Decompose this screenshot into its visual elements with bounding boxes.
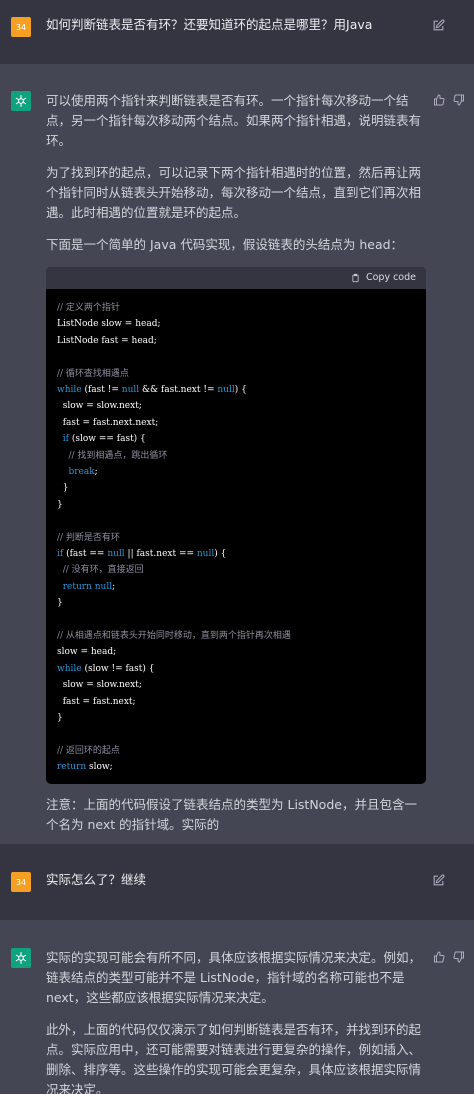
edit-icon[interactable]: [432, 19, 445, 32]
code-line: if (fast == null || fast.next == null) {: [57, 549, 227, 560]
code-line: }: [57, 598, 63, 609]
paragraph: 可以使用两个指针来判断链表是否有环。一个指针每次移动一个结点，另一个指针每次移动…: [46, 93, 422, 148]
code-content: // 定义两个指针 ListNode slow = head; ListNode f…: [46, 289, 426, 784]
code-line: fast = fast.next;: [57, 696, 136, 707]
user-avatar: 34: [11, 872, 31, 892]
user-avatar: 34: [11, 17, 31, 37]
code-line: fast = fast.next.next;: [57, 417, 159, 428]
user-message-1: 34 如何判断链表是否有环？还要知道环的起点是哪里？用Java: [0, 0, 474, 64]
assistant-message-body: 实际的实现可能会有所不同，具体应该根据实际情况来决定。例如，链表结点的类型可能并…: [46, 948, 426, 1094]
code-line: while (fast != null && fast.next != null…: [57, 385, 247, 396]
user-message-2: 34 实际怎么了？继续: [0, 844, 474, 920]
assistant-avatar: [11, 948, 31, 968]
openai-logo-icon: [15, 952, 27, 964]
code-line: return null;: [62, 581, 116, 592]
code-block-header: Copy code: [46, 267, 426, 289]
code-line: slow = slow.next;: [57, 680, 142, 691]
paragraph: 注意：上面的代码假设了链表结点的类型为 ListNode，并且包含一个名为 ne…: [46, 796, 417, 832]
thumbs-down-icon[interactable]: [453, 951, 465, 963]
paragraph: 此外，上面的代码仅仅演示了如何判断链表是否有环，并找到环的起点。实际应用中，还可…: [46, 1022, 422, 1094]
code-line: // 没有环，直接返回: [57, 565, 144, 576]
code-line: // 循环查找相遇点: [57, 368, 129, 379]
clipboard-icon: [352, 273, 359, 283]
code-line: slow = head;: [57, 647, 117, 658]
code-line: // 返回环的起点: [57, 745, 120, 756]
edit-icon[interactable]: [432, 874, 445, 887]
code-line: break;: [68, 467, 98, 478]
code-line: ListNode slow = head;: [57, 319, 161, 330]
thumbs-down-icon[interactable]: [453, 94, 465, 106]
assistant-message-2: 实际的实现可能会有所不同，具体应该根据实际情况来决定。例如，链表结点的类型可能并…: [0, 920, 474, 1094]
assistant-message-body: 可以使用两个指针来判断链表是否有环。一个指针每次移动一个结点，另一个指针每次移动…: [46, 91, 426, 847]
code-line: // 判断是否有环: [57, 532, 120, 543]
paragraph: 为了找到环的起点，可以记录下两个指针相遇时的位置，然后再让两个指针同时从链表头开…: [46, 165, 422, 220]
assistant-avatar: [11, 91, 31, 111]
user-message-text: 实际怎么了？继续: [46, 872, 147, 887]
paragraph: 实际的实现可能会有所不同，具体应该根据实际情况来决定。例如，链表结点的类型可能并…: [46, 950, 422, 1005]
user-message-text: 如何判断链表是否有环？还要知道环的起点是哪里？用Java: [46, 17, 373, 32]
code-line: // 找到相遇点，跳出循环: [57, 450, 168, 461]
paragraph: 下面是一个简单的 Java 代码实现，假设链表的头结点为 head：: [46, 237, 404, 252]
openai-logo-icon: [15, 95, 27, 107]
code-block: Copy code // 定义两个指针 ListNode slow = head;…: [46, 267, 426, 784]
assistant-message-1: 可以使用两个指针来判断链表是否有环。一个指针每次移动一个结点，另一个指针每次移动…: [0, 64, 474, 844]
code-line: if (slow == fast) {: [62, 434, 146, 445]
copy-code-button[interactable]: Copy code: [351, 268, 416, 288]
code-line: // 定义两个指针: [57, 303, 120, 313]
thumbs-up-icon[interactable]: [433, 94, 445, 106]
code-line: }: [57, 483, 69, 494]
code-line: }: [57, 713, 63, 724]
code-line: // 从相遇点和链表头开始同时移动，直到两个指针再次相遇: [57, 631, 291, 642]
code-line: slow = slow.next;: [57, 401, 142, 412]
code-line: while (slow != fast) {: [57, 663, 155, 674]
copy-code-label: Copy code: [365, 272, 416, 283]
code-line: ListNode fast = head;: [57, 335, 157, 346]
code-line: return slow;: [57, 762, 113, 773]
code-line: }: [57, 499, 63, 510]
thumbs-up-icon[interactable]: [433, 951, 445, 963]
